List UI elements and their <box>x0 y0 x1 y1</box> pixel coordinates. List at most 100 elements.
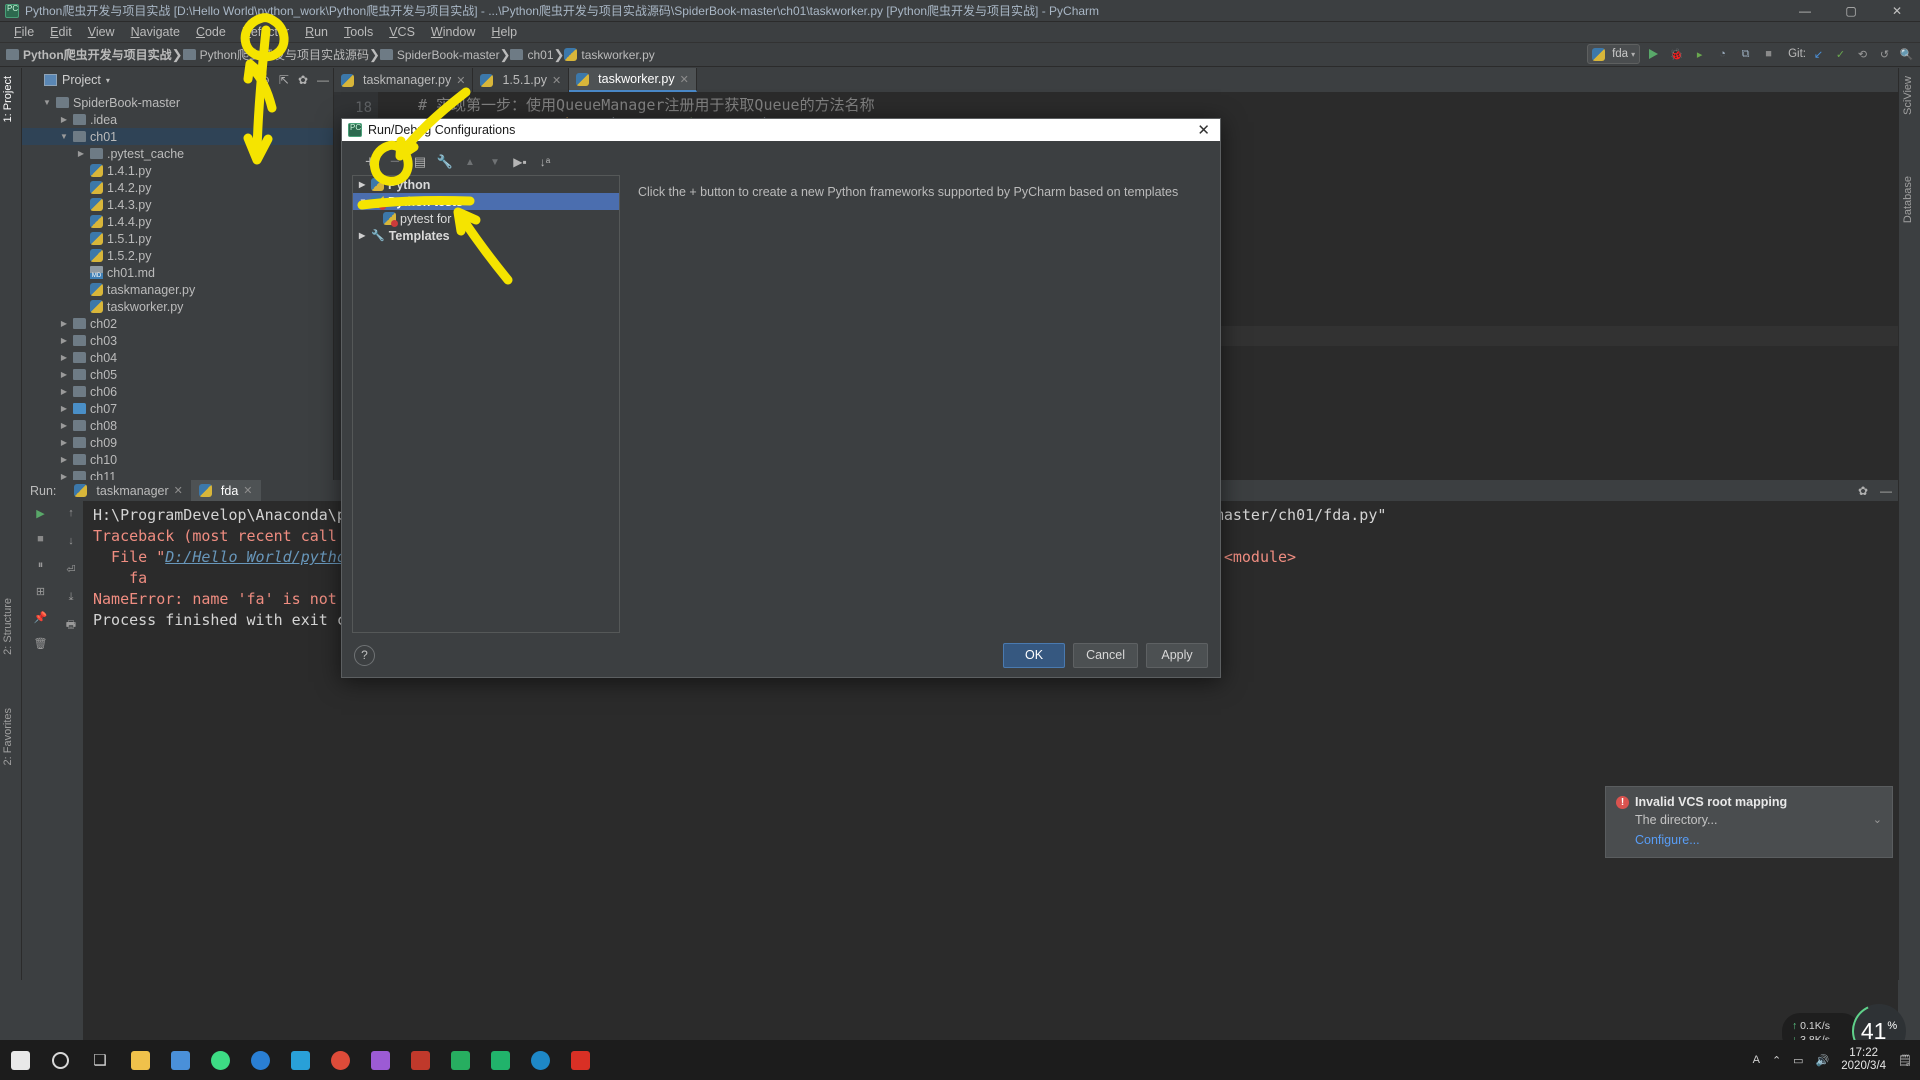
commit-icon[interactable]: ✓ <box>1831 45 1850 64</box>
chevron-down-icon[interactable]: ⌄ <box>1873 813 1882 826</box>
config-tree-item-pytest-for[interactable]: pytest for <box>353 210 619 227</box>
hide-icon[interactable]: — <box>1880 484 1892 498</box>
chevron-up-icon[interactable]: ⌃ <box>1772 1054 1781 1067</box>
taskview-icon[interactable]: ❑ <box>80 1040 120 1080</box>
pdf-icon[interactable] <box>560 1040 600 1080</box>
stop-button[interactable]: ■ <box>1759 45 1778 64</box>
remove-configuration-icon[interactable]: − <box>387 152 403 171</box>
restore-layout-icon[interactable]: ⊞ <box>33 583 49 599</box>
menu-item-window[interactable]: Window <box>423 23 483 41</box>
notification-icon[interactable]: 🗒 <box>1898 1054 1912 1067</box>
move-down-icon[interactable]: ▼ <box>487 154 503 170</box>
chrome-circle-icon[interactable] <box>200 1040 240 1080</box>
sidebar-item-structure[interactable]: 2: Structure <box>2 598 14 655</box>
rerun-icon[interactable]: ▶ <box>33 505 49 521</box>
close-tab-icon[interactable]: ✕ <box>680 73 689 86</box>
tree-item-ch07[interactable]: ch07 <box>22 400 333 417</box>
menu-item-code[interactable]: Code <box>188 23 234 41</box>
pycharm-icon[interactable] <box>480 1040 520 1080</box>
apply-button[interactable]: Apply <box>1146 642 1208 668</box>
close-button[interactable]: ✕ <box>1874 0 1920 22</box>
move-into-folder-icon[interactable]: ▶▪ <box>512 154 528 170</box>
tree-item-ch10[interactable]: ch10 <box>22 451 333 468</box>
down-icon[interactable]: ↓ <box>63 533 79 549</box>
store-icon[interactable] <box>160 1040 200 1080</box>
maximize-button[interactable]: ▢ <box>1828 0 1874 22</box>
gear-icon[interactable]: ✿ <box>298 73 308 87</box>
input-method-icon[interactable]: A <box>1753 1054 1760 1066</box>
chevron-open-icon[interactable] <box>42 98 52 107</box>
history-icon[interactable]: ⟲ <box>1853 45 1872 64</box>
menu-item-vcs[interactable]: VCS <box>381 23 423 41</box>
menu-item-help[interactable]: Help <box>483 23 525 41</box>
config-tree-item-python[interactable]: ▶ Python <box>353 176 619 193</box>
chevron-closed-icon[interactable] <box>76 149 86 158</box>
close-tab-icon[interactable]: ✕ <box>552 74 561 87</box>
breadcrumb-item-1[interactable]: Python爬虫开发与项目实战源码 <box>182 46 369 63</box>
editor-tab-taskmanager-py[interactable]: taskmanager.py ✕ <box>334 68 474 92</box>
tree-item-1-4-2-py[interactable]: 1.4.2.py <box>22 179 333 196</box>
app4-icon[interactable] <box>440 1040 480 1080</box>
dialog-close-button[interactable]: ✕ <box>1193 121 1214 139</box>
tree-item-1-4-1-py[interactable]: 1.4.1.py <box>22 162 333 179</box>
profile-button[interactable]: ◔ <box>1713 45 1732 64</box>
cancel-button[interactable]: Cancel <box>1073 642 1138 668</box>
chevron-closed-icon[interactable] <box>59 353 69 362</box>
edit-templates-icon[interactable]: 🔧 <box>437 154 453 170</box>
tree-item-ch01-md[interactable]: ch01.md <box>22 264 333 281</box>
chevron-closed-icon[interactable] <box>59 370 69 379</box>
search-icon[interactable] <box>40 1040 80 1080</box>
app5-icon[interactable] <box>520 1040 560 1080</box>
config-tree-item-templates[interactable]: ▶ 🔧 Templates <box>353 227 619 244</box>
chevron-closed-icon[interactable] <box>59 115 69 124</box>
menu-item-run[interactable]: Run <box>297 23 336 41</box>
tree-item-ch03[interactable]: ch03 <box>22 332 333 349</box>
run-tab-fda[interactable]: fda ✕ <box>190 480 261 501</box>
attach-button[interactable]: ⧉ <box>1736 45 1755 64</box>
chevron-closed-icon[interactable]: ▶ <box>359 180 371 189</box>
menu-item-tools[interactable]: Tools <box>336 23 381 41</box>
sort-configurations-icon[interactable]: ↓ᵃ <box>537 154 553 170</box>
up-icon[interactable]: ↑ <box>63 505 79 521</box>
tree-item-ch02[interactable]: ch02 <box>22 315 333 332</box>
breadcrumb-item-0[interactable]: Python爬虫开发与项目实战 <box>6 46 172 63</box>
menu-item-file[interactable]: File <box>6 23 42 41</box>
volume-icon[interactable]: 🔊 <box>1816 1054 1830 1067</box>
menu-item-edit[interactable]: Edit <box>42 23 80 41</box>
start-icon[interactable] <box>0 1040 40 1080</box>
tree-item--pytest-cache[interactable]: .pytest_cache <box>22 145 333 162</box>
target-icon[interactable]: ⊕ <box>260 73 270 87</box>
coverage-button[interactable]: ▸ <box>1690 45 1709 64</box>
chevron-closed-icon[interactable] <box>59 455 69 464</box>
tree-item-ch05[interactable]: ch05 <box>22 366 333 383</box>
soft-wrap-icon[interactable]: ⏎ <box>63 561 79 577</box>
run-tab-taskmanager[interactable]: taskmanager ✕ <box>66 480 190 501</box>
ok-button[interactable]: OK <box>1003 642 1066 668</box>
tree-item-taskmanager-py[interactable]: taskmanager.py <box>22 281 333 298</box>
tree-item-ch04[interactable]: ch04 <box>22 349 333 366</box>
app3-icon[interactable] <box>400 1040 440 1080</box>
app2-icon[interactable] <box>360 1040 400 1080</box>
editor-tab-1-5-1-py[interactable]: 1.5.1.py ✕ <box>473 68 570 92</box>
update-project-icon[interactable]: ↙ <box>1809 45 1828 64</box>
hide-icon[interactable]: — <box>317 73 329 87</box>
help-button[interactable]: ? <box>354 644 375 666</box>
breadcrumb-item-4[interactable]: taskworker.py <box>564 48 655 62</box>
tree-item-1-5-1-py[interactable]: 1.5.1.py <box>22 230 333 247</box>
tree-item-ch06[interactable]: ch06 <box>22 383 333 400</box>
chevron-closed-icon[interactable] <box>59 438 69 447</box>
pause-icon[interactable]: ⏸ <box>33 557 49 573</box>
chevron-closed-icon[interactable] <box>59 421 69 430</box>
chevron-down-icon[interactable]: ▾ <box>106 76 110 85</box>
trash-icon[interactable]: 🗑 <box>33 635 49 651</box>
debug-button[interactable]: 🐞 <box>1667 45 1686 64</box>
sidebar-item-favorites[interactable]: 2: Favorites <box>2 708 14 765</box>
minimize-button[interactable]: — <box>1782 0 1828 22</box>
close-tab-icon[interactable]: ✕ <box>174 484 183 497</box>
taskbar-clock[interactable]: 17:22 2020/3/4 <box>1841 1047 1886 1073</box>
collapse-all-icon[interactable]: ⇱ <box>279 73 289 87</box>
sidebar-item-project[interactable]: 1: Project <box>2 76 14 122</box>
editor-tab-taskworker-py[interactable]: taskworker.py ✕ <box>569 68 697 92</box>
config-tree-item-python-tests[interactable]: ▼ Python tests <box>353 193 619 210</box>
tree-item--idea[interactable]: .idea <box>22 111 333 128</box>
